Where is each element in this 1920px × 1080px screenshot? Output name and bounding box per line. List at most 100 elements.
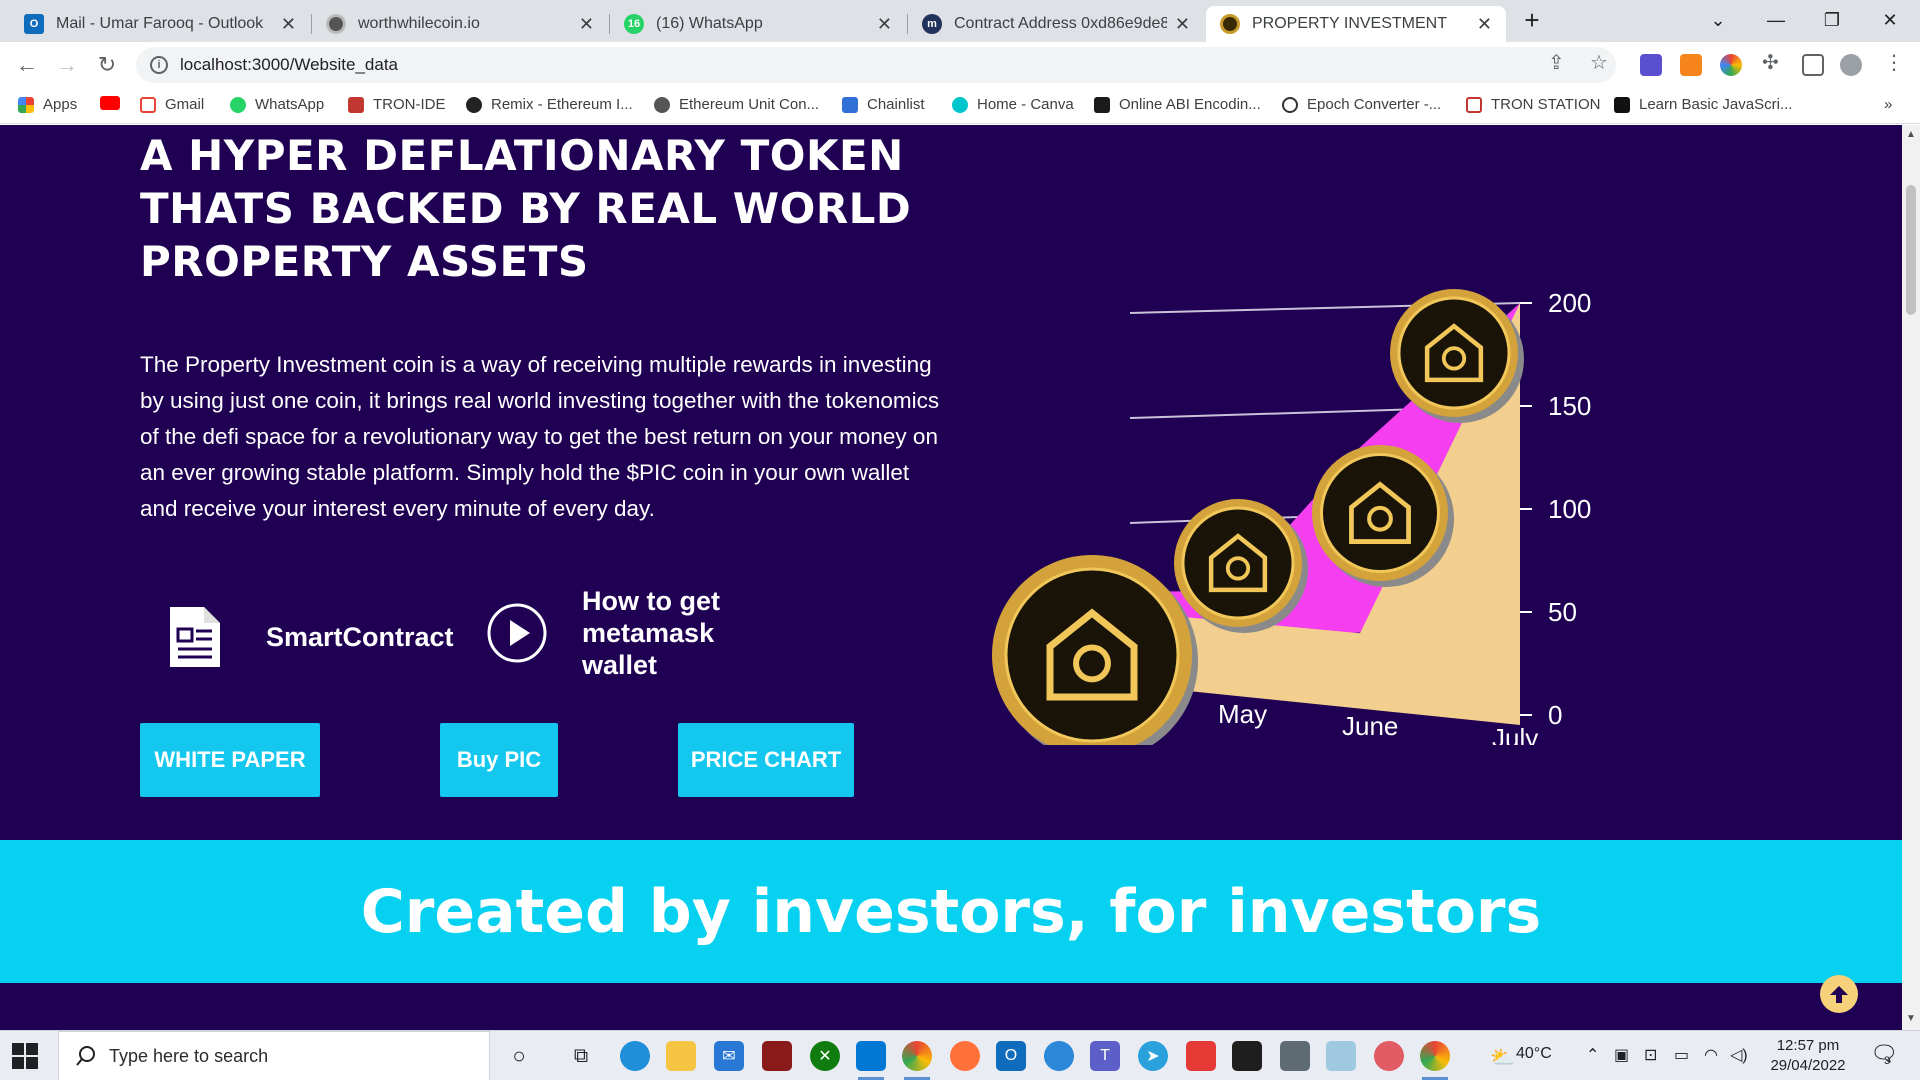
clock-check-icon: [1282, 96, 1298, 113]
new-tab-button[interactable]: +: [1508, 0, 1556, 40]
edge-icon[interactable]: [620, 1041, 650, 1071]
tron-station-icon: [1466, 96, 1482, 113]
page-scrollbar[interactable]: ▲ ▼: [1902, 125, 1920, 1030]
bookmark-canva[interactable]: Home - Canva: [952, 96, 1074, 113]
tab-whatsapp[interactable]: 16 (16) WhatsApp ✕: [610, 6, 906, 42]
smart-contract-link[interactable]: SmartContract: [168, 605, 454, 669]
url-text[interactable]: localhost:3000/Website_data: [180, 55, 398, 75]
tray-overflow-icon[interactable]: ⌃: [1586, 1045, 1599, 1065]
bookmark-tron-ide[interactable]: TRON-IDE: [348, 96, 446, 113]
metamask-video-link[interactable]: How to get metamask wallet: [486, 585, 752, 681]
outlook-taskbar-icon[interactable]: O: [996, 1041, 1026, 1071]
chrome-profile-icon[interactable]: [1420, 1041, 1450, 1071]
profile-avatar[interactable]: [1840, 54, 1862, 76]
wifi-icon[interactable]: ◠: [1704, 1045, 1718, 1065]
bookmark-chainlist[interactable]: Chainlist: [842, 96, 925, 113]
remix-icon: [466, 96, 482, 113]
search-placeholder: Type here to search: [109, 1045, 269, 1066]
y-tick-label: 100: [1548, 494, 1591, 524]
scroll-down-arrow-icon[interactable]: ▼: [1906, 1013, 1916, 1024]
buy-pic-button[interactable]: Buy PIC: [440, 723, 558, 797]
more-bookmarks-icon[interactable]: »: [1884, 96, 1892, 113]
scrollbar-thumb[interactable]: [1906, 185, 1916, 315]
task-view-icon[interactable]: ⧉: [566, 1041, 596, 1071]
bookmark-whatsapp[interactable]: WhatsApp: [230, 96, 324, 113]
restore-icon[interactable]: ❐: [1808, 0, 1856, 40]
firefox-icon[interactable]: [950, 1041, 980, 1071]
bookmark-epoch-converter[interactable]: Epoch Converter -...: [1282, 96, 1441, 113]
bookmark-apps[interactable]: Apps: [18, 96, 77, 113]
tab-property-investment[interactable]: PROPERTY INVESTMENT ✕: [1206, 6, 1506, 42]
back-icon[interactable]: ←: [10, 48, 44, 82]
minimize-icon[interactable]: —: [1752, 0, 1800, 40]
color-picker-icon[interactable]: [1720, 54, 1742, 76]
browser-toolbar: ← → ↻ i localhost:3000/Website_data ⇪ ☆ …: [0, 42, 1920, 88]
close-window-icon[interactable]: ✕: [1866, 0, 1914, 40]
tab-contract-address[interactable]: m Contract Address 0xd86e9de864... ✕: [908, 6, 1204, 42]
tab-worthwhilecoin[interactable]: worthwhilecoin.io ✕: [312, 6, 608, 42]
menu-icon[interactable]: ⋮: [1884, 50, 1904, 75]
calculator-icon[interactable]: [1280, 1041, 1310, 1071]
bookmark-star-icon[interactable]: ☆: [1590, 50, 1608, 75]
settings-icon[interactable]: [1044, 1041, 1074, 1071]
close-tab-icon[interactable]: ✕: [1175, 14, 1190, 35]
tab-title: worthwhilecoin.io: [358, 15, 480, 32]
cortana-icon[interactable]: ○: [504, 1041, 534, 1071]
close-tab-icon[interactable]: ✕: [877, 14, 892, 35]
extension-icon[interactable]: [1640, 54, 1662, 76]
meet-now-icon[interactable]: ▣: [1614, 1045, 1629, 1065]
anydesk-icon[interactable]: [1186, 1041, 1216, 1071]
weather-temperature[interactable]: 40°C: [1516, 1045, 1552, 1063]
bookmark-ethereum-unit[interactable]: Ethereum Unit Con...: [654, 96, 819, 113]
bookmark-remix[interactable]: Remix - Ethereum I...: [466, 96, 633, 113]
windows-start-icon[interactable]: [12, 1043, 38, 1069]
snipping-tool-icon[interactable]: [1374, 1041, 1404, 1071]
forward-icon[interactable]: →: [50, 48, 84, 82]
telegram-icon[interactable]: ➤: [1138, 1041, 1168, 1071]
mail-icon[interactable]: ✉: [714, 1041, 744, 1071]
site-info-icon[interactable]: i: [150, 56, 168, 74]
bookmark-abi-encoding[interactable]: Online ABI Encodin...: [1094, 96, 1261, 113]
document-icon: [170, 607, 220, 667]
canva-icon: [952, 96, 968, 113]
bookmark-youtube[interactable]: [100, 96, 129, 110]
chrome-icon[interactable]: [902, 1041, 932, 1071]
close-tab-icon[interactable]: ✕: [281, 14, 296, 35]
notepad-icon[interactable]: [1326, 1041, 1356, 1071]
battery-icon[interactable]: ▭: [1674, 1045, 1689, 1065]
tab-search-chevron-icon[interactable]: ⌄: [1694, 0, 1742, 40]
address-bar[interactable]: i localhost:3000/Website_data: [136, 47, 1616, 83]
share-icon[interactable]: ⇪: [1548, 50, 1565, 75]
extensions-puzzle-icon[interactable]: ✣: [1762, 50, 1779, 75]
system-clock[interactable]: 12:57 pm 29/04/2022: [1762, 1036, 1854, 1076]
notification-count-badge: 3: [1884, 1055, 1891, 1067]
weather-icon[interactable]: ⛅: [1490, 1045, 1515, 1070]
white-paper-button[interactable]: WHITE PAPER: [140, 723, 320, 797]
reload-icon[interactable]: ↻: [90, 48, 124, 82]
side-panel-icon[interactable]: [1802, 54, 1824, 76]
bookmark-tron-station[interactable]: TRON STATION: [1466, 96, 1600, 113]
teams-icon[interactable]: T: [1090, 1041, 1120, 1071]
bookmark-learn-js[interactable]: Learn Basic JavaScri...: [1614, 96, 1792, 113]
whatsapp-icon: 16: [624, 14, 644, 34]
vscode-icon[interactable]: [856, 1041, 886, 1071]
metamask-icon[interactable]: [1680, 54, 1702, 76]
close-tab-icon[interactable]: ✕: [579, 14, 594, 35]
network-monitor-icon[interactable]: ⊡: [1644, 1045, 1657, 1065]
volume-icon[interactable]: ◁): [1730, 1045, 1748, 1065]
file-explorer-icon[interactable]: [666, 1041, 696, 1071]
tab-outlook[interactable]: O Mail - Umar Farooq - Outlook ✕: [10, 6, 310, 42]
terminal-icon[interactable]: [1232, 1041, 1262, 1071]
taskbar-search[interactable]: Type here to search: [58, 1031, 490, 1080]
hash-icon: [1094, 96, 1110, 113]
bookmark-gmail[interactable]: Gmail: [140, 96, 204, 113]
etherscan-icon: m: [922, 14, 942, 34]
scroll-to-top-button[interactable]: [1820, 975, 1858, 1013]
close-tab-icon[interactable]: ✕: [1477, 14, 1492, 35]
xbox-icon[interactable]: ✕: [810, 1041, 840, 1071]
property-coin-icon: [992, 555, 1198, 745]
x-tick-label: July: [1492, 723, 1538, 745]
scroll-up-arrow-icon[interactable]: ▲: [1906, 129, 1916, 140]
app-icon[interactable]: [762, 1041, 792, 1071]
price-chart-button[interactable]: PRICE CHART: [678, 723, 854, 797]
